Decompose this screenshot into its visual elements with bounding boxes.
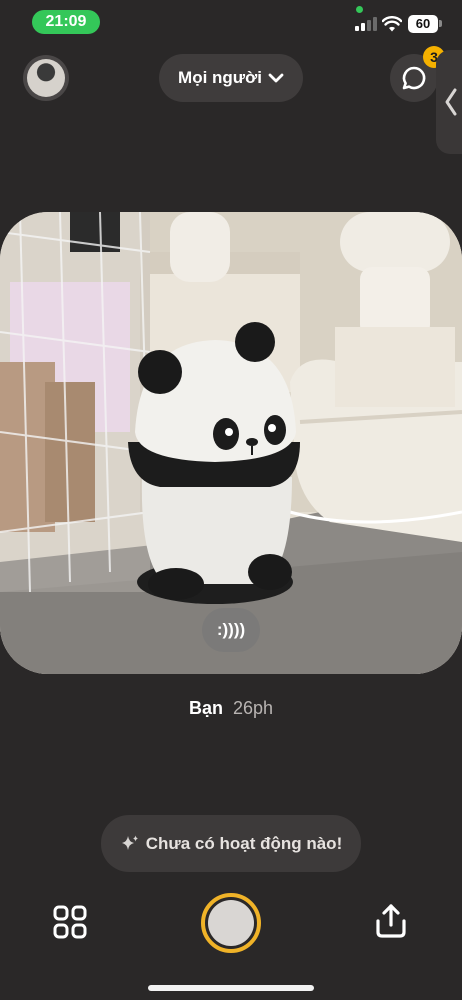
post-author[interactable]: Bạn: [189, 698, 223, 718]
photo-image: [0, 212, 462, 674]
side-panel-handle[interactable]: [436, 50, 462, 154]
status-time: 21:09: [32, 10, 100, 34]
chevron-left-icon: [445, 88, 457, 116]
status-bar: 21:09 60: [0, 0, 462, 44]
signal-icon: [355, 17, 377, 31]
sparkle-icon: [121, 835, 138, 850]
post-caption: Bạn 26ph: [0, 698, 462, 719]
chevron-down-icon: [268, 73, 284, 83]
audience-selector-button[interactable]: Mọi người: [159, 54, 303, 102]
home-indicator: [148, 985, 314, 991]
wifi-icon: [382, 16, 402, 32]
activity-label: Chưa có hoạt động nào!: [145, 833, 343, 853]
audience-label: Mọi người: [178, 68, 262, 87]
profile-avatar[interactable]: [23, 55, 69, 101]
avatar-image: [27, 59, 65, 97]
chat-bubble-icon: [402, 66, 426, 90]
shutter-inner: [208, 900, 254, 946]
privacy-indicator-dot: [356, 6, 363, 13]
post-time: 26ph: [232, 698, 274, 718]
activity-button[interactable]: Chưa có hoạt động nào!: [101, 815, 361, 872]
shutter-button[interactable]: [201, 893, 261, 953]
grid-icon[interactable]: [52, 904, 88, 940]
share-icon[interactable]: [372, 902, 410, 940]
photo[interactable]: [0, 212, 462, 674]
battery-indicator: 60: [408, 15, 438, 33]
battery-nub: [439, 20, 442, 27]
reaction-pill[interactable]: :)))): [202, 608, 260, 652]
